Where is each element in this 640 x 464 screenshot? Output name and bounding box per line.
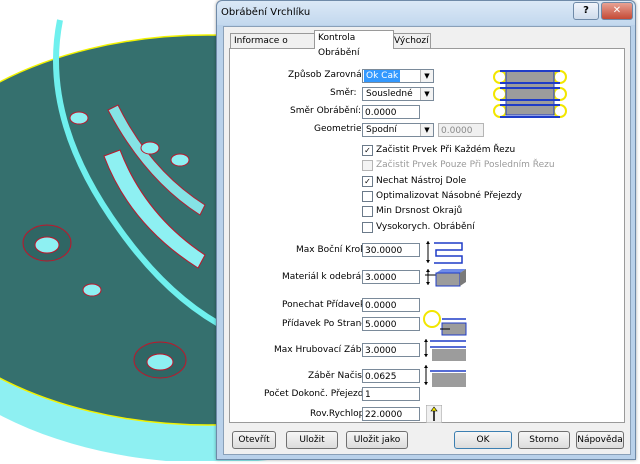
help-icon: ? <box>583 5 589 16</box>
side-allowance-label: Přídavek Po Straně: <box>282 319 370 329</box>
finish-passes-label: Počet Dokonč. Přejezdů: <box>264 389 373 399</box>
max-stepdown-label: Max Hrubovací Záběr: <box>274 345 374 355</box>
cancel-button[interactable]: Storno <box>518 431 570 449</box>
leave-allowance-label: Ponechat Přídavek: <box>282 300 369 310</box>
tab-defaults[interactable]: Výchozí <box>390 33 431 49</box>
side-allowance-input[interactable]: 5.0000 <box>362 317 420 331</box>
direction-select[interactable]: Sousledné ▼ <box>362 87 434 101</box>
stock-input[interactable]: 3.0000 <box>362 270 420 284</box>
side-allowance-diagram-icon <box>423 310 467 336</box>
geometry-value: Spodní <box>366 125 397 135</box>
dialog-titlebar[interactable]: Obrábění Vrchlíku ? ✕ <box>217 1 635 25</box>
tab-tool-info[interactable]: Informace o Nástroji <box>230 33 318 61</box>
checkbox-clean-last-cut <box>362 160 373 171</box>
alignment-select[interactable]: Ok Cak ▼ <box>362 69 434 83</box>
stepover-input[interactable]: 30.0000 <box>362 243 420 257</box>
help-title-button[interactable]: ? <box>573 2 599 20</box>
stepover-label: Max Boční Krok: <box>296 245 369 255</box>
save-as-button[interactable]: Uložit jako <box>346 431 408 449</box>
chevron-down-icon[interactable]: ▼ <box>420 124 433 136</box>
checkbox-min-edge-roughness[interactable] <box>362 206 373 217</box>
rapid-plane-icon[interactable] <box>426 405 442 423</box>
direction-label: Směr: <box>330 88 357 98</box>
machining-dialog: Obrábění Vrchlíku ? ✕ Informace o Nástro… <box>216 0 636 460</box>
finish-passes-input[interactable]: 1 <box>362 387 420 401</box>
checkbox-label: Vysokorych. Obrábění <box>376 222 475 232</box>
tab-machining-control[interactable]: Kontrola Obrábění <box>314 30 394 58</box>
alignment-diagram-icon <box>493 70 567 118</box>
checkbox-label: Optimalizovat Násobné Přejezdy <box>376 191 522 201</box>
checkbox-optimize-passes[interactable] <box>362 191 373 202</box>
close-button[interactable]: ✕ <box>601 2 633 20</box>
finish-stepdown-diagram-icon <box>424 365 466 387</box>
hole-1 <box>22 224 72 262</box>
direction-value: Sousledné <box>366 89 413 99</box>
alignment-label: Způsob Zarovnání: <box>288 70 373 80</box>
dialog-title: Obrábění Vrchlíku <box>221 7 311 18</box>
checkbox-high-speed[interactable] <box>362 222 373 233</box>
alignment-value: Ok Cak <box>364 70 401 82</box>
save-button[interactable]: Uložit <box>286 431 338 449</box>
max-stepdown-diagram-icon <box>424 339 466 361</box>
geometry-offset-input: 0.0000 <box>438 123 484 137</box>
tab-panel-machining-control: Způsob Zarovnání: Ok Cak ▼ Směr: Sousled… <box>229 48 625 423</box>
help-button[interactable]: Nápověda <box>576 431 624 449</box>
stock-diagram-icon <box>425 269 466 287</box>
rapid-plane-label: Rov.Rychlop: <box>310 409 368 419</box>
checkbox-clean-each-cut[interactable]: ✓ <box>362 145 373 156</box>
stock-label: Materiál k odebrání: <box>282 272 373 282</box>
geometry-select[interactable]: Spodní ▼ <box>362 123 434 137</box>
hole-2 <box>133 341 187 379</box>
finish-stepdown-input[interactable]: 0.0625 <box>362 369 420 383</box>
rapid-plane-input[interactable]: 22.0000 <box>362 407 420 421</box>
leave-allowance-input[interactable]: 0.0000 <box>362 298 420 312</box>
checkbox-label: Min Drsnost Okrajů <box>376 206 463 216</box>
close-icon: ✕ <box>612 5 622 16</box>
cut-direction-input[interactable]: 0.0000 <box>362 105 420 119</box>
stepover-diagram-icon <box>426 241 463 264</box>
open-button[interactable]: Otevřít <box>232 431 276 449</box>
checkbox-leave-tool-down[interactable]: ✓ <box>362 176 373 187</box>
max-stepdown-input[interactable]: 3.0000 <box>362 343 420 357</box>
checkbox-label: Nechat Nástroj Dole <box>376 176 467 186</box>
cut-direction-label: Směr Obrábění: <box>290 106 362 116</box>
checkbox-label: Začistit Prvek Pouze Při Posledním Řezu <box>376 160 555 170</box>
dialog-client-area: Informace o Nástroji Kontrola Obrábění V… <box>223 26 631 455</box>
ok-button[interactable]: OK <box>454 431 512 449</box>
chevron-down-icon[interactable]: ▼ <box>420 70 433 82</box>
chevron-down-icon[interactable]: ▼ <box>420 88 433 100</box>
checkbox-label: Začistit Prvek Při Každém Řezu <box>376 145 516 155</box>
